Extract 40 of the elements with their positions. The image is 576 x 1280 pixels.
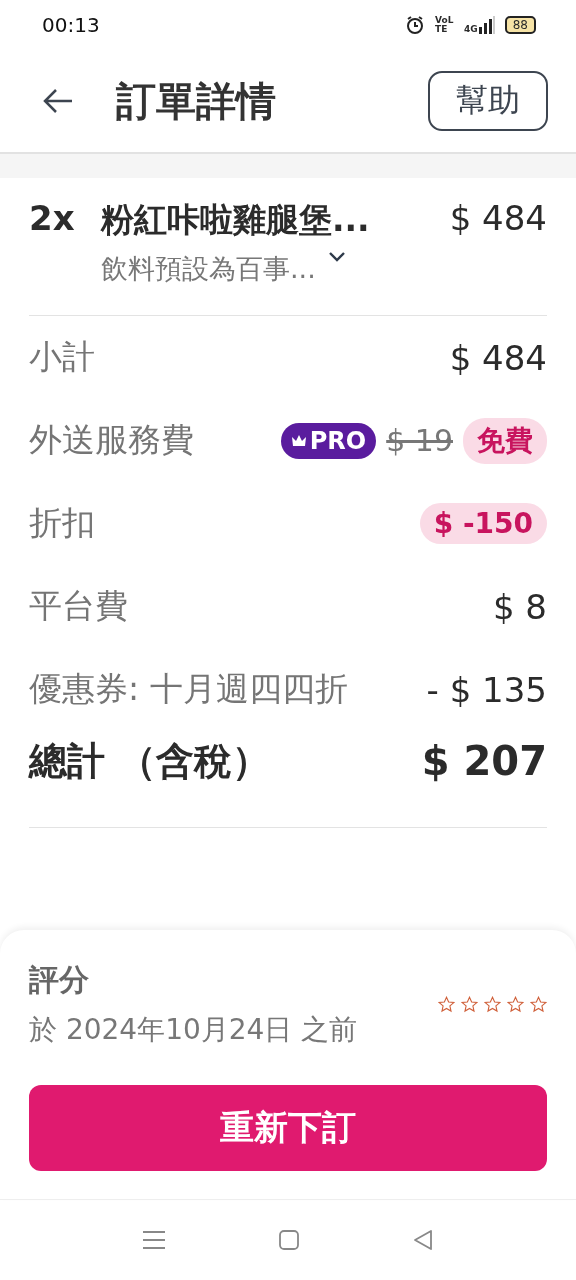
- battery-indicator: 88: [504, 16, 536, 34]
- fee-label: 折扣: [29, 502, 95, 544]
- total-label: 總計 （含稅）: [29, 737, 271, 785]
- menu-icon[interactable]: [142, 1229, 166, 1251]
- fee-value: $ 484: [449, 337, 547, 378]
- alarm-icon: [405, 15, 426, 35]
- help-button[interactable]: 幫助: [428, 71, 548, 131]
- page-title: 訂單詳情: [116, 76, 277, 126]
- star-icon[interactable]: [461, 996, 478, 1013]
- reorder-button[interactable]: 重新下訂: [29, 1085, 547, 1171]
- old-price: $ 19: [386, 423, 453, 458]
- total-value: $ 207: [421, 738, 547, 784]
- chevron-icon[interactable]: [327, 251, 346, 263]
- fee-value: $ 8: [492, 586, 547, 627]
- rating-title: 評分: [29, 961, 90, 999]
- network-label: 4G: [464, 24, 478, 34]
- fee-label: 小計: [29, 336, 95, 378]
- back-icon[interactable]: [412, 1229, 434, 1251]
- discount-tag: $ -150: [419, 503, 547, 544]
- fee-label: 優惠券: 十月週四四折: [29, 668, 348, 710]
- pro-label: PRO: [309, 426, 367, 455]
- item-quantity: 2x: [29, 198, 76, 238]
- item-price: $ 484: [449, 198, 547, 238]
- star-icon[interactable]: [484, 996, 501, 1013]
- item-note: 飲料預設為百事...: [101, 252, 316, 286]
- fee-label: 平台費: [29, 585, 128, 627]
- fee-value: - $ 135: [426, 669, 547, 710]
- star-icon[interactable]: [507, 996, 524, 1013]
- item-name: 粉紅咔啦雞腿堡...: [101, 199, 371, 241]
- crown-icon: [290, 434, 307, 447]
- star-icon[interactable]: [530, 996, 547, 1013]
- signal-icon: [478, 16, 495, 34]
- home-icon[interactable]: [278, 1229, 300, 1251]
- star-icon[interactable]: [438, 996, 455, 1013]
- volte-label: VoLTE: [435, 16, 455, 34]
- fee-label: 外送服務費: [29, 419, 194, 461]
- status-time: 00:13: [42, 13, 100, 37]
- rating-deadline: 於 2024年10月24日 之前: [29, 1012, 358, 1048]
- back-arrow-icon[interactable]: [42, 87, 74, 115]
- free-tag: 免費: [463, 417, 547, 464]
